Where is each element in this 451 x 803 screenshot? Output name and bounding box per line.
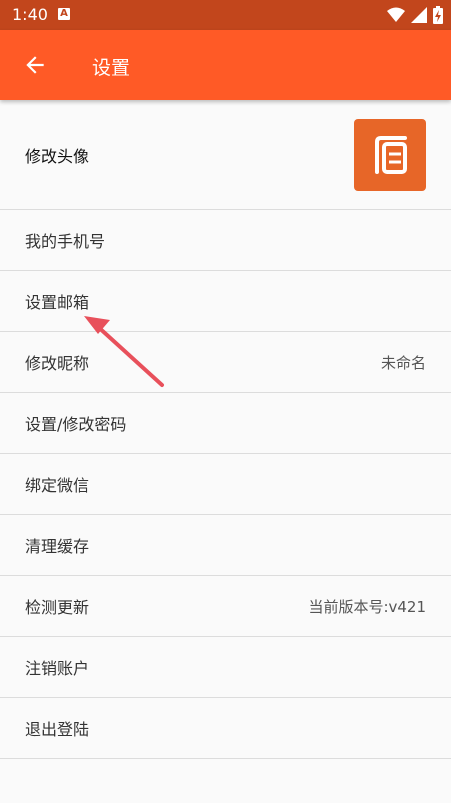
arrow-left-icon[interactable]	[22, 52, 48, 78]
clear-cache-label: 清理缓存	[25, 537, 90, 556]
logout-label: 退出登陆	[25, 720, 90, 739]
set-email-label: 设置邮箱	[25, 293, 90, 312]
set-email-row[interactable]: 设置邮箱	[0, 271, 451, 332]
app-bar: 设置	[0, 30, 451, 100]
a-app-icon: A	[58, 8, 70, 20]
nickname-value: 未命名	[380, 353, 426, 372]
logout-row[interactable]: 退出登陆	[0, 698, 451, 759]
bind-wechat-row[interactable]: 绑定微信	[0, 454, 451, 515]
status-bar: 1:40 A	[0, 0, 451, 30]
change-nickname-label: 修改昵称	[25, 354, 90, 373]
change-nickname-row[interactable]: 修改昵称 未命名	[0, 332, 451, 393]
app-logo-icon	[375, 135, 407, 174]
deactivate-account-label: 注销账户	[25, 659, 90, 678]
change-avatar-row[interactable]: 修改头像	[0, 100, 451, 210]
version-value: 当前版本号:v421	[308, 597, 426, 616]
phone-number-row[interactable]: 我的手机号	[0, 210, 451, 271]
change-password-row[interactable]: 设置/修改密码	[0, 393, 451, 454]
page-title: 设置	[92, 57, 131, 79]
check-update-row[interactable]: 检测更新 当前版本号:v421	[0, 576, 451, 637]
battery-charging-icon	[433, 6, 443, 24]
phone-number-label: 我的手机号	[25, 232, 106, 251]
status-icons	[387, 6, 443, 24]
settings-list: 修改头像 我的手机号 设置邮箱 修改昵称 未命名 设置/修改密码 绑定微信 清理…	[0, 100, 451, 759]
clear-cache-row[interactable]: 清理缓存	[0, 515, 451, 576]
wifi-icon	[387, 7, 405, 22]
change-password-label: 设置/修改密码	[25, 415, 127, 434]
signal-icon	[411, 7, 427, 23]
avatar[interactable]	[354, 118, 426, 191]
check-update-label: 检测更新	[25, 598, 90, 617]
deactivate-account-row[interactable]: 注销账户	[0, 637, 451, 698]
status-time: 1:40	[12, 5, 48, 24]
change-avatar-label: 修改头像	[25, 146, 90, 166]
bind-wechat-label: 绑定微信	[25, 476, 90, 495]
